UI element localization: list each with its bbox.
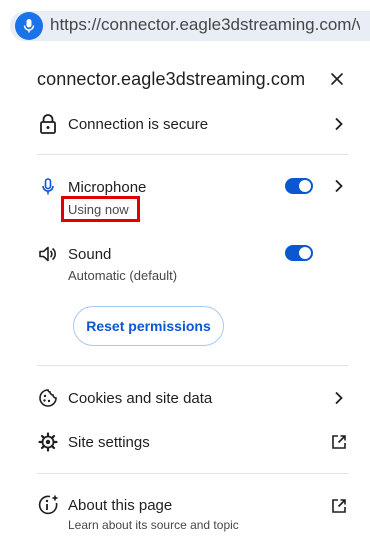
divider [37,365,348,366]
highlight-box [61,196,140,222]
info-spark-icon [37,494,59,516]
cookie-icon [37,387,59,409]
site-settings-label: Site settings [68,434,150,451]
toggle-knob [299,247,311,259]
chevron-right-icon [330,389,348,407]
about-sublabel: Learn about its source and topic [68,518,239,532]
divider [37,473,348,474]
speaker-icon [37,243,59,265]
microphone-label: Microphone [68,179,147,196]
lock-icon [37,113,59,135]
toggle-knob [299,180,311,192]
site-settings-row[interactable]: Site settings [0,424,370,460]
cookies-row[interactable]: Cookies and site data [0,380,370,416]
url-text[interactable]: https://connector.eagle3dstreaming.com/v… [50,15,360,35]
chevron-right-icon[interactable] [330,177,348,195]
connection-label: Connection is secure [68,116,209,133]
external-link-icon [329,432,349,452]
about-page-row[interactable]: About this page Learn about its source a… [0,490,370,538]
site-info-panel: connector.eagle3dstreaming.com Connectio… [0,50,370,545]
site-title: connector.eagle3dstreaming.com [37,69,306,89]
close-icon [331,73,343,85]
address-bar[interactable]: https://connector.eagle3dstreaming.com/v… [0,0,370,50]
chevron-right-icon [330,115,348,133]
sound-permission-row[interactable]: Sound Automatic (default) [0,240,370,290]
microphone-indicator-chip[interactable] [15,12,43,40]
close-button[interactable] [324,66,350,92]
sound-toggle[interactable] [285,245,313,261]
sound-label: Sound [68,246,112,263]
sound-status: Automatic (default) [68,268,178,283]
divider [37,154,348,155]
microphone-icon [37,176,59,198]
microphone-icon [23,19,35,33]
external-link-icon [329,496,349,516]
connection-row[interactable]: Connection is secure [0,105,370,141]
microphone-permission-row[interactable]: Microphone Using now [0,172,370,222]
cookies-label: Cookies and site data [68,390,213,407]
reset-permissions-button[interactable]: Reset permissions [73,306,224,346]
about-label: About this page [68,497,173,514]
microphone-toggle[interactable] [285,178,313,194]
gear-icon [37,431,59,453]
